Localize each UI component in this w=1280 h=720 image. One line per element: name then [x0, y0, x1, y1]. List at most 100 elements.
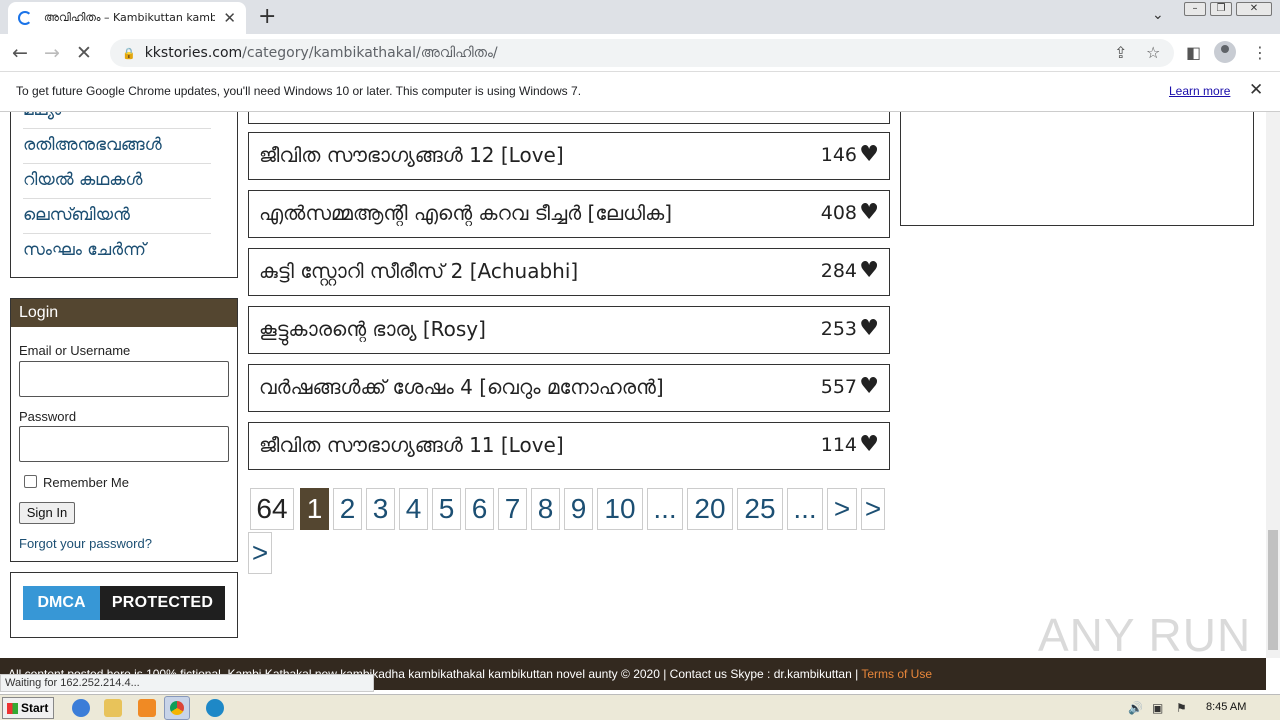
page-link[interactable]: 8	[531, 488, 560, 530]
forward-arrow-icon[interactable]: →	[44, 42, 60, 64]
category-link[interactable]: രതിഅനുഭവങ്ങൾ	[23, 129, 211, 164]
right-sidebar-widget	[900, 112, 1254, 226]
back-arrow-icon[interactable]: ←	[12, 42, 28, 64]
page-ellipsis: ...	[647, 488, 683, 530]
windows-taskbar: Start 🔊 ▣ ⚑ 8:45 AM	[0, 694, 1280, 720]
story-title[interactable]: കുട്ടി സ്റ്റോറി സീരീസ് 2 [Achuabhi]	[259, 259, 578, 283]
tab-close-icon[interactable]: ✕	[223, 9, 236, 27]
stop-loading-icon[interactable]: ✕	[76, 42, 92, 64]
anyrun-watermark: ANY RUN	[1038, 609, 1252, 658]
page-link[interactable]: 6	[465, 488, 494, 530]
story-title[interactable]: ജീവിത സൗഭാഗ്യങ്ങൾ 12 [Love]	[259, 143, 564, 167]
story-item-partial[interactable]	[248, 112, 890, 124]
page-current: 1	[300, 488, 329, 530]
forgot-password-link[interactable]: Forgot your password?	[19, 536, 152, 551]
flag-icon[interactable]: ⚑	[1176, 701, 1187, 715]
restore-button[interactable]: ❐	[1210, 2, 1232, 16]
scrollbar-thumb[interactable]	[1268, 530, 1278, 650]
story-title[interactable]: കൂട്ടുകാരന്റെ ഭാര്യ [Rosy]	[259, 317, 486, 341]
page-link[interactable]: 20	[687, 488, 733, 530]
story-item[interactable]: വർഷങ്ങൾക്ക് ശേഷം 4 [വെറും മനോഹരൻ] 557 ♥	[248, 364, 890, 412]
menu-dots-icon[interactable]: ⋮	[1252, 43, 1268, 62]
url-path: /category/kambikathakal/അവിഹിതം/	[242, 45, 498, 61]
last-page-link-wrap[interactable]: >	[248, 532, 272, 574]
tab-search-chevron-icon[interactable]: ⌄	[1152, 7, 1164, 23]
remember-me-label: Remember Me	[43, 475, 129, 490]
tab-strip: അവിഹിതം – Kambikuttan kambi ✕ + ⌄ – ❐ ✕	[0, 0, 1280, 34]
edge-icon[interactable]	[206, 699, 224, 717]
page-link[interactable]: 9	[564, 488, 593, 530]
status-bubble: Waiting for 162.252.214.4...	[0, 674, 374, 692]
heart-icon: ♥	[859, 142, 879, 167]
story-likes: 253	[820, 318, 857, 340]
password-input[interactable]	[19, 426, 229, 462]
category-link[interactable]: സംഘം ചേർന്ന്	[23, 234, 211, 269]
bookmark-star-icon[interactable]: ☆	[1146, 43, 1160, 62]
heart-icon: ♥	[859, 200, 879, 225]
page-link[interactable]: 3	[366, 488, 395, 530]
story-item[interactable]: കുട്ടി സ്റ്റോറി സീരീസ് 2 [Achuabhi] 284 …	[248, 248, 890, 296]
password-label: Password	[19, 409, 77, 424]
story-likes: 284	[820, 260, 857, 282]
story-title[interactable]: എൽസമ്മആന്റി എന്റെ കറവ ടീച്ചർ [ലേധിക]	[259, 201, 672, 225]
lock-icon: 🔒	[122, 46, 136, 60]
heart-icon: ♥	[859, 432, 879, 457]
category-link[interactable]: റിയൽ കഥകൾ	[23, 164, 211, 199]
story-title[interactable]: വർഷങ്ങൾക്ക് ശേഷം 4 [വെറും മനോഹരൻ]	[259, 375, 664, 399]
page-link[interactable]: 5	[432, 488, 461, 530]
network-icon[interactable]: ▣	[1152, 701, 1163, 715]
story-likes: 557	[820, 376, 857, 398]
next-page-link[interactable]: >	[827, 488, 857, 530]
username-input[interactable]	[19, 361, 229, 397]
last-page-link[interactable]: >	[861, 488, 885, 530]
terms-of-use-link[interactable]: Terms of Use	[861, 667, 932, 681]
folder-icon[interactable]	[104, 699, 122, 717]
window-close-button[interactable]: ✕	[1236, 2, 1272, 16]
update-info-bar: To get future Google Chrome updates, you…	[0, 72, 1280, 112]
chrome-taskbar-button[interactable]	[164, 696, 190, 720]
loading-spinner-icon	[18, 11, 32, 25]
page-link[interactable]: 4	[399, 488, 428, 530]
category-link[interactable]: മഥ്യം	[23, 112, 211, 129]
url-host: kkstories.com	[144, 45, 243, 61]
page-link[interactable]: 10	[597, 488, 643, 530]
heart-icon: ♥	[859, 374, 879, 399]
share-icon[interactable]: ⇪	[1114, 43, 1127, 62]
story-item[interactable]: എൽസമ്മആന്റി എന്റെ കറവ ടീച്ചർ [ലേധിക] 408…	[248, 190, 890, 238]
volume-icon[interactable]: 🔊	[1128, 701, 1143, 715]
category-link[interactable]: ലെസ്ബിയൻ	[23, 199, 211, 234]
ie-icon[interactable]	[72, 699, 90, 717]
browser-tab[interactable]: അവിഹിതം – Kambikuttan kambi ✕	[8, 2, 246, 34]
story-item[interactable]: ജീവിത സൗഭാഗ്യങ്ങൾ 11 [Love] 114 ♥	[248, 422, 890, 470]
page-link[interactable]: 7	[498, 488, 527, 530]
new-tab-button[interactable]: +	[258, 4, 276, 29]
dmca-badge[interactable]: DMCA PROTECTED	[23, 586, 225, 620]
learn-more-link[interactable]: Learn more	[1169, 84, 1230, 98]
heart-icon: ♥	[859, 258, 879, 283]
start-button[interactable]: Start	[2, 697, 54, 719]
page-ellipsis: ...	[787, 488, 823, 530]
story-item[interactable]: ജീവിത സൗഭാഗ്യങ്ങൾ 12 [Love] 146 ♥	[248, 132, 890, 180]
browser-toolbar: ← → ✕ 🔒 kkstories.com/category/kambikath…	[0, 34, 1280, 72]
side-panel-icon[interactable]: ◧	[1186, 43, 1201, 62]
media-player-icon[interactable]	[138, 699, 156, 717]
username-label: Email or Username	[19, 343, 131, 358]
address-bar[interactable]: 🔒 kkstories.com/category/kambikathakal/അ…	[110, 39, 1174, 67]
story-title[interactable]: ജീവിത സൗഭാഗ്യങ്ങൾ 11 [Love]	[259, 433, 564, 457]
sign-in-button[interactable]: Sign In	[19, 502, 75, 524]
remember-me-checkbox[interactable]	[24, 475, 37, 488]
story-item[interactable]: കൂട്ടുകാരന്റെ ഭാര്യ [Rosy] 253 ♥	[248, 306, 890, 354]
page-count: 64	[250, 488, 294, 530]
info-bar-close-icon[interactable]: ✕	[1249, 80, 1263, 100]
page-link[interactable]: 25	[737, 488, 783, 530]
profile-avatar-icon[interactable]	[1214, 41, 1236, 63]
taskbar-clock: 8:45 AM	[1206, 701, 1247, 713]
dmca-badge-left: DMCA	[23, 586, 100, 620]
login-heading: Login	[11, 299, 237, 327]
page-content: മഥ്യം രതിഅനുഭവങ്ങൾ റിയൽ കഥകൾ ലെസ്ബിയൻ സം…	[0, 112, 1266, 658]
category-list: മഥ്യം രതിഅനുഭവങ്ങൾ റിയൽ കഥകൾ ലെസ്ബിയൻ സം…	[10, 112, 238, 278]
login-widget: Login Email or Username Password Remembe…	[10, 298, 238, 562]
minimize-button[interactable]: –	[1184, 2, 1206, 16]
page-link[interactable]: 2	[333, 488, 362, 530]
dmca-widget: DMCA PROTECTED	[10, 572, 238, 638]
